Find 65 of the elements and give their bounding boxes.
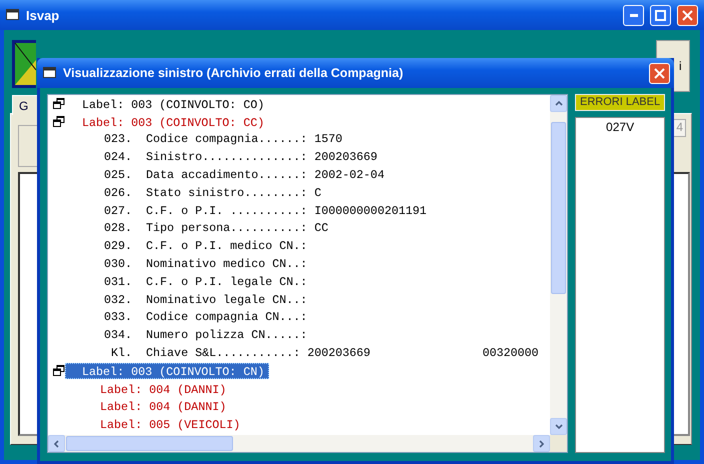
scroll-up-button[interactable] <box>550 95 568 112</box>
field-code: 028. <box>104 221 132 236</box>
field-code: 033. <box>104 310 132 324</box>
close-button[interactable] <box>677 4 698 26</box>
field-code: 025. <box>104 168 132 182</box>
field-value: C <box>314 186 322 200</box>
scroll-right-button[interactable] <box>533 435 550 452</box>
field-value: 2002-02-04 <box>314 168 384 182</box>
close-icon <box>654 68 665 78</box>
field-name: C.F. o P.I. ..........: <box>146 204 308 218</box>
minimize-button[interactable] <box>623 4 644 26</box>
field-name: Codice compagnia......: <box>146 132 308 146</box>
field-code: Kl. <box>110 346 132 360</box>
error-code[interactable]: 027V <box>606 120 634 134</box>
close-icon <box>682 10 693 20</box>
maximize-button[interactable] <box>650 4 671 26</box>
tree-node[interactable]: Label: 004 (DANNI) <box>96 380 232 397</box>
field-value: 200203669 <box>307 346 370 360</box>
field-code: 027. <box>104 204 132 218</box>
scroll-left-button[interactable] <box>48 435 65 452</box>
field-value: 200203669 <box>314 150 378 164</box>
close-button[interactable] <box>649 62 670 84</box>
field-name: Tipo persona..........: <box>146 221 308 236</box>
tree-node[interactable]: Label: 004 (DANNI) <box>96 398 232 414</box>
tree-node[interactable]: Label: 003 (COINVOLTO: CN) <box>65 362 270 379</box>
tree-view[interactable] <box>47 94 568 453</box>
field-code: 023. <box>104 132 132 146</box>
field-value: 1570 <box>314 132 342 146</box>
field-name: Codice compagnia CN...: <box>146 310 308 324</box>
node-icon[interactable] <box>53 116 65 128</box>
errors-header: ERRORI LABEL <box>575 94 665 111</box>
minimize-icon <box>630 14 638 16</box>
field-code: 032. <box>104 292 132 307</box>
field-name: Chiave S&L...........: <box>146 346 300 360</box>
field-value: I000000000201191 <box>314 204 427 218</box>
node-icon[interactable] <box>53 365 65 376</box>
scroll-down-button[interactable] <box>550 418 568 435</box>
field-name: C.F. o P.I. legale CN.: <box>146 274 308 289</box>
field-name: Data accadimento......: <box>146 168 308 182</box>
tree-node[interactable]: Label: 005 (VEICOLI) <box>96 416 246 432</box>
field-code: 030. <box>104 257 132 272</box>
field-code: 024. <box>104 150 132 164</box>
window-title: Isvap <box>26 8 60 22</box>
dialog-title: Visualizzazione sinistro (Archivio errati della Compagnia) <box>63 66 404 80</box>
field-code: 034. <box>104 328 132 342</box>
window-icon <box>6 9 20 21</box>
field-code: 031. <box>104 274 132 289</box>
field-name: Sinistro..............: <box>146 150 308 164</box>
field-name: Nominativo medico CN..: <box>146 257 308 272</box>
window-icon <box>43 67 57 79</box>
scrollbar-corner <box>550 435 568 452</box>
field-name: Numero polizza CN.....: <box>146 328 308 342</box>
field-value: CC <box>314 221 328 236</box>
vertical-scrollbar[interactable] <box>550 95 568 435</box>
horizontal-scrollbar[interactable] <box>48 435 550 452</box>
field-name: Stato sinistro........: <box>146 186 308 200</box>
maximize-icon <box>655 10 666 20</box>
field-value: 00320000 <box>482 346 539 360</box>
field-code: 029. <box>104 239 132 254</box>
field-name: Nominativo legale CN..: <box>146 292 308 307</box>
field-code: 026. <box>104 186 132 200</box>
node-icon[interactable] <box>53 98 65 110</box>
field-name: C.F. o P.I. medico CN.: <box>146 239 308 254</box>
tree-node[interactable]: Label: 003 (COINVOLTO: CO) <box>65 96 270 112</box>
tree-node[interactable]: Label: 003 (COINVOLTO: CC) <box>65 114 270 130</box>
